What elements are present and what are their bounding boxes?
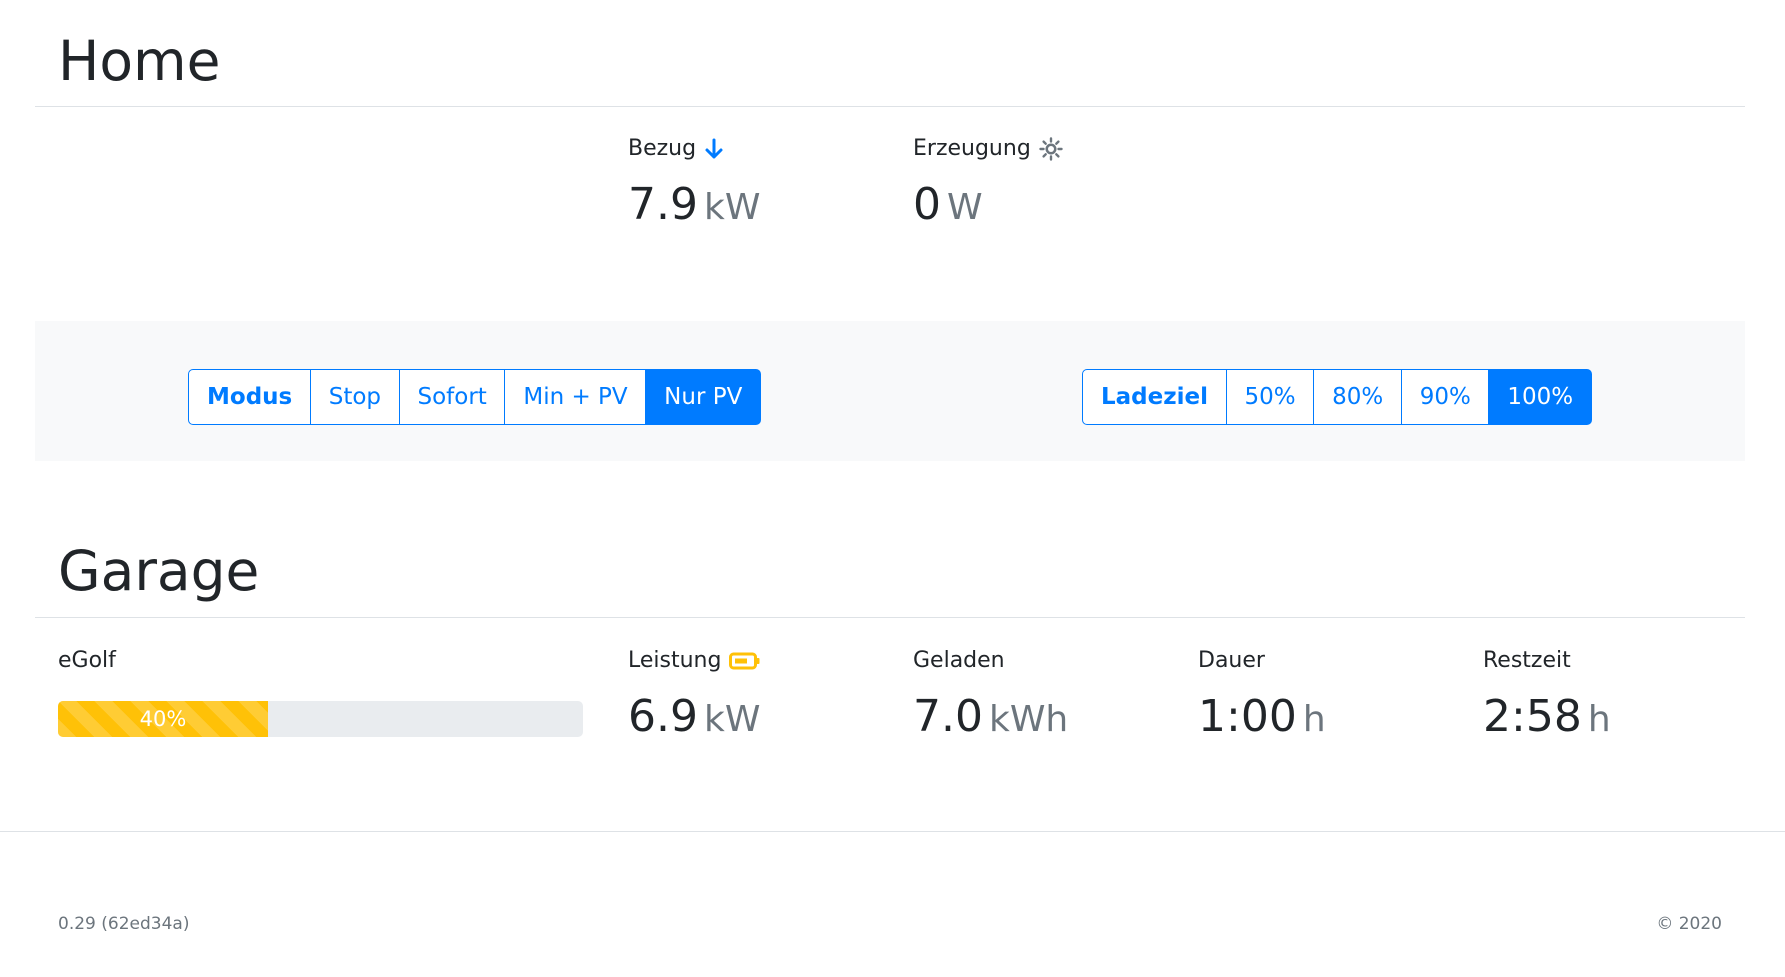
arrow-down-icon xyxy=(705,138,723,158)
leistung-label: Leistung xyxy=(628,648,722,673)
restzeit-metric: Restzeit 2:58 h xyxy=(1483,648,1611,742)
soc-80-button[interactable]: 80% xyxy=(1313,369,1403,425)
erzeugung-metric: Erzeugung 0W xyxy=(913,136,1063,230)
soc-100-button[interactable]: 100% xyxy=(1488,369,1593,425)
geladen-unit: kWh xyxy=(988,699,1069,740)
garage-divider xyxy=(35,617,1745,618)
bezug-metric: Bezug 7.9 kW xyxy=(628,136,760,230)
dauer-unit: h xyxy=(1302,699,1326,740)
controls-band: Modus Stop Sofort Min + PV Nur PV Ladezi… xyxy=(35,321,1745,461)
soc-90-button[interactable]: 90% xyxy=(1400,369,1490,425)
restzeit-value: 2:58 xyxy=(1483,691,1582,742)
version-text: 0.29 (62ed34a) xyxy=(58,914,190,934)
geladen-metric: Geladen 7.0 kWh xyxy=(913,648,1068,742)
bezug-unit: kW xyxy=(703,187,761,228)
leistung-value: 6.9 xyxy=(628,691,698,742)
erzeugung-value: 0 xyxy=(913,179,941,230)
ladeziel-label-button[interactable]: Ladeziel xyxy=(1082,369,1227,425)
erzeugung-label: Erzeugung xyxy=(913,136,1031,161)
soc-50-button[interactable]: 50% xyxy=(1225,369,1315,425)
garage-title: Garage xyxy=(58,539,260,603)
soc-progress: 40% xyxy=(58,701,583,737)
bezug-value: 7.9 xyxy=(628,179,698,230)
mode-stop-button[interactable]: Stop xyxy=(309,369,401,425)
copyright-text: © 2020 xyxy=(1656,914,1722,934)
sun-icon xyxy=(1039,136,1063,161)
restzeit-unit: h xyxy=(1587,699,1611,740)
leistung-metric: Leistung 6.9 kW xyxy=(628,648,761,742)
dauer-value: 1:00 xyxy=(1198,691,1297,742)
footer-divider xyxy=(0,831,1785,832)
geladen-label: Geladen xyxy=(913,648,1005,673)
restzeit-label: Restzeit xyxy=(1483,648,1571,673)
soc-progress-bar: 40% xyxy=(58,701,268,737)
erzeugung-unit: W xyxy=(947,187,983,228)
modus-button-group: Modus Stop Sofort Min + PV Nur PV xyxy=(188,369,762,425)
battery-charging-icon xyxy=(729,652,760,669)
home-title: Home xyxy=(58,29,221,93)
geladen-value: 7.0 xyxy=(913,691,983,742)
dauer-metric: Dauer 1:00 h xyxy=(1198,648,1326,742)
leistung-unit: kW xyxy=(703,699,761,740)
ladeziel-button-group: Ladeziel 50% 80% 90% 100% xyxy=(1082,369,1593,425)
modus-label-button[interactable]: Modus xyxy=(188,369,312,425)
home-divider xyxy=(35,106,1745,107)
vehicle-name: eGolf xyxy=(58,648,116,673)
mode-nur-pv-button[interactable]: Nur PV xyxy=(645,369,762,425)
mode-min-pv-button[interactable]: Min + PV xyxy=(504,369,647,425)
bezug-label: Bezug xyxy=(628,136,697,161)
dauer-label: Dauer xyxy=(1198,648,1265,673)
mode-sofort-button[interactable]: Sofort xyxy=(398,369,506,425)
